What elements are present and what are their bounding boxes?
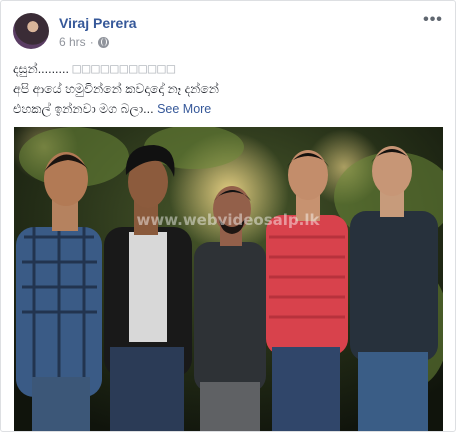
- meta-separator: ·: [89, 35, 94, 49]
- author-avatar[interactable]: [13, 13, 49, 49]
- post-photo[interactable]: www.webvideosalp.lk: [14, 127, 443, 431]
- see-more-link[interactable]: See More: [157, 102, 211, 116]
- post-text-line-2: අපි ආයේ හමුවින්නේ කවදාදෝ නෑ දන්නේ: [13, 82, 219, 96]
- post-card: Viraj Perera 6 hrs · ••• දසුන්......... …: [0, 0, 456, 432]
- author-name[interactable]: Viraj Perera: [59, 15, 137, 31]
- post-text-line-3-text: එහකල් ඉන්නවා මග බලා...: [13, 102, 154, 116]
- group-photo-illustration: www.webvideosalp.lk: [14, 127, 443, 431]
- post-text-line-1-text: දසුන්.........: [13, 62, 69, 76]
- photo-watermark: www.webvideosalp.lk: [137, 211, 321, 229]
- post-text-line-3: එහකල් ඉන්නවා මග බලා... See More: [13, 99, 439, 119]
- post-header: Viraj Perera 6 hrs · •••: [13, 12, 443, 53]
- post-meta: 6 hrs ·: [59, 35, 109, 49]
- post-text-line-1: දසුන්......... □□□□□□□□□□□: [13, 59, 439, 79]
- post-text: දසුන්......... □□□□□□□□□□□ අපි ආයේ හමුවි…: [13, 59, 439, 119]
- missing-glyph-boxes: □□□□□□□□□□□: [72, 61, 177, 77]
- post-timestamp[interactable]: 6 hrs: [59, 35, 86, 49]
- globe-icon: [97, 36, 109, 48]
- more-options-icon[interactable]: •••: [423, 12, 443, 29]
